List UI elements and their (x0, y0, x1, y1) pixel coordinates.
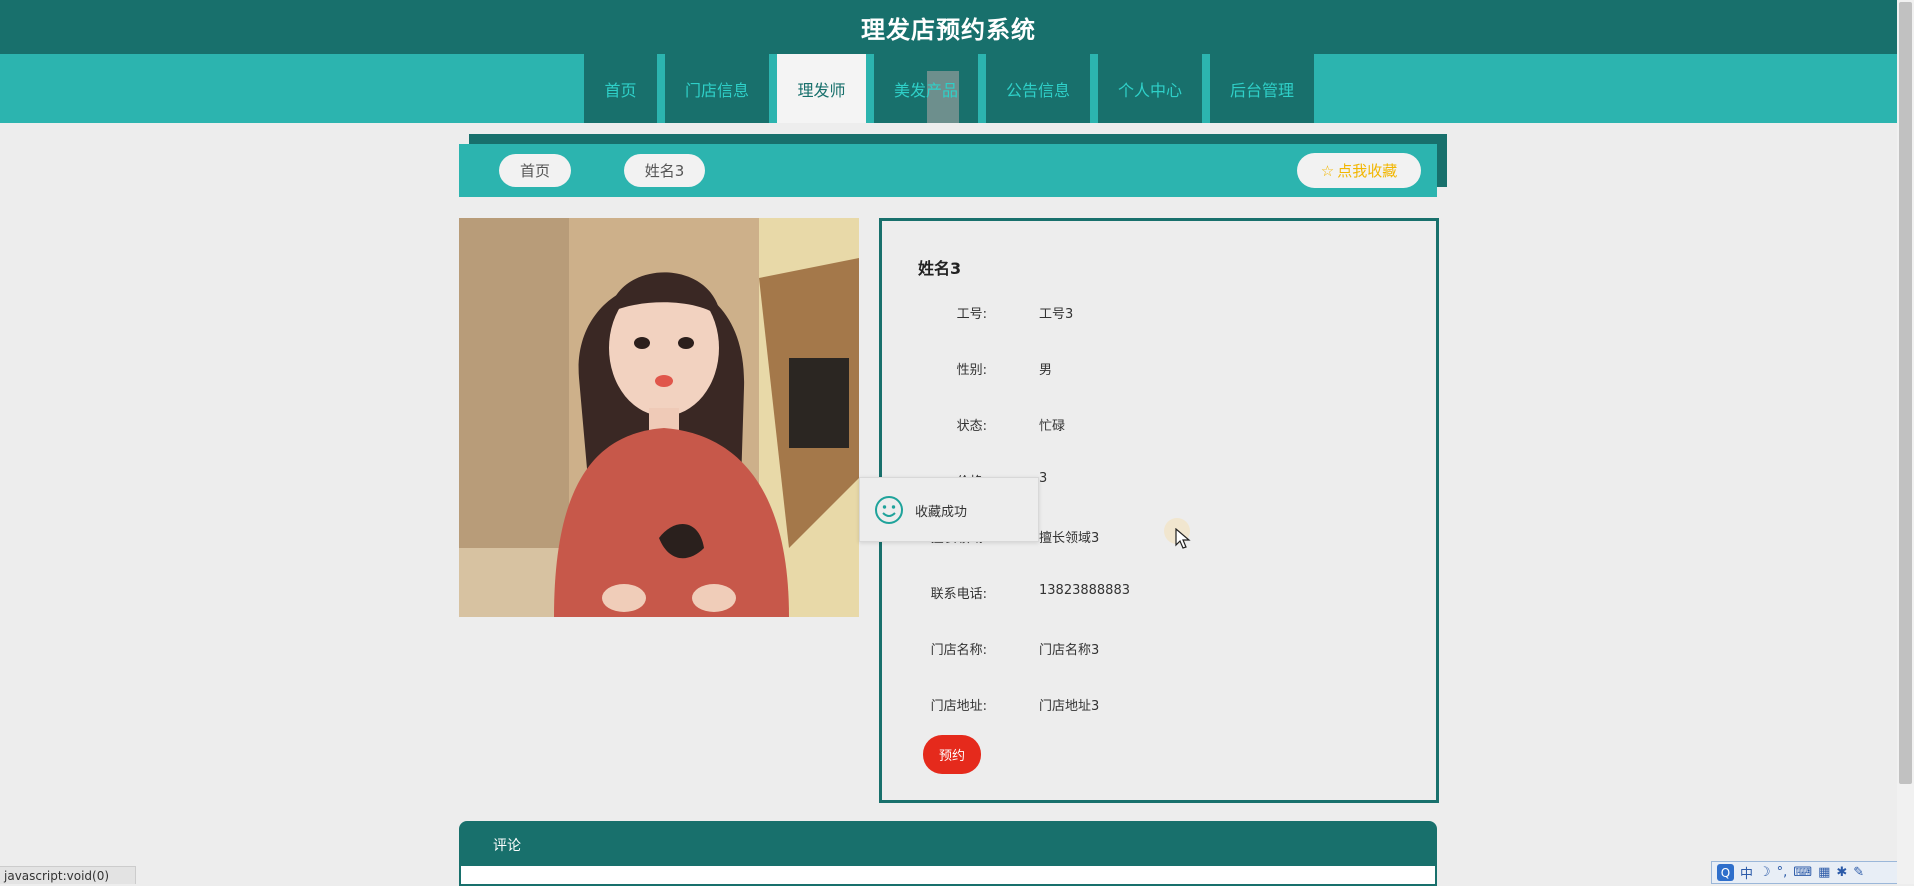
detail-label: 门店地址: (930, 699, 987, 714)
detail-label: 联系电话: (930, 587, 987, 602)
toast-notification: 收藏成功 (859, 477, 1039, 542)
nav-item-label: 美发产品 (893, 80, 958, 100)
nav-item-home[interactable]: 首页 (584, 54, 657, 123)
punctuation-icon[interactable]: °, (1777, 865, 1788, 880)
nav-item-label: 公告信息 (1005, 80, 1070, 100)
ime-logo-icon: Q (1717, 864, 1734, 881)
barber-photo (459, 218, 859, 617)
keyboard-icon[interactable]: ⌨ (1793, 865, 1812, 880)
toast-message: 收藏成功 (915, 505, 968, 520)
comments-title: 评论 (493, 838, 521, 854)
favorite-button[interactable]: ☆ 点我收藏 (1297, 153, 1421, 188)
nav-item-barbers[interactable]: 理发师 (777, 54, 866, 123)
detail-row-status: 状态: 忙碌 (882, 415, 1422, 435)
skin-icon[interactable]: ✱ (1836, 865, 1847, 880)
nav-item-notices[interactable]: 公告信息 (986, 54, 1090, 123)
nav-item-label: 理发师 (797, 80, 846, 100)
comments-body (459, 866, 1437, 886)
nav-item-admin[interactable]: 后台管理 (1210, 54, 1314, 123)
nav-item-profile[interactable]: 个人中心 (1098, 54, 1202, 123)
detail-value: 忙碌 (1039, 419, 1066, 434)
detail-value: 13823888883 (1039, 583, 1130, 598)
breadcrumb-current[interactable]: 姓名3 (624, 154, 705, 187)
moon-icon[interactable]: ☽ (1759, 865, 1771, 880)
book-button[interactable]: 预约 (923, 735, 981, 774)
ime-mode-label[interactable]: 中 (1740, 863, 1753, 882)
scrollbar-thumb[interactable] (1899, 2, 1912, 784)
nav-items: 首页 门店信息 理发师 美发产品 公告信息 个人中心 后台管理 (584, 54, 1322, 123)
detail-value: 门店地址3 (1039, 699, 1100, 714)
breadcrumb: 首页 姓名3 ☆ 点我收藏 (459, 144, 1437, 197)
detail-row-store-name: 门店名称: 门店名称3 (882, 639, 1422, 659)
nav-item-products[interactable]: 美发产品 (874, 54, 978, 123)
detail-label: 状态: (956, 419, 987, 434)
detail-row-id: 工号: 工号3 (882, 303, 1422, 323)
detail-value: 擅长领域3 (1039, 531, 1100, 546)
nav-item-label: 后台管理 (1229, 80, 1294, 100)
detail-value: 3 (1039, 471, 1048, 486)
site-title: 理发店预约系统 (861, 15, 1036, 44)
detail-row-gender: 性别: 男 (882, 359, 1422, 379)
barber-photo-illustration (459, 218, 859, 617)
ime-toolbar[interactable]: Q 中 ☽ °, ⌨ ▦ ✱ ✎ (1711, 861, 1908, 884)
star-outline-icon: ☆ (1320, 161, 1335, 180)
nav-item-label: 门店信息 (684, 80, 749, 100)
main-nav: 首页 门店信息 理发师 美发产品 公告信息 个人中心 后台管理 (0, 54, 1897, 123)
detail-value: 男 (1039, 363, 1053, 378)
nav-item-label: 个人中心 (1117, 80, 1182, 100)
toolbox-icon[interactable]: ▦ (1818, 865, 1830, 880)
detail-row-store-address: 门店地址: 门店地址3 (882, 695, 1422, 715)
detail-label: 性别: (956, 363, 987, 378)
detail-row-phone: 联系电话: 13823888883 (882, 583, 1422, 603)
barber-name: 姓名3 (918, 259, 962, 278)
nav-item-label: 首页 (604, 80, 637, 100)
favorite-button-label: 点我收藏 (1337, 162, 1398, 180)
page-scrollbar[interactable] (1897, 0, 1914, 884)
mouse-cursor-icon (1175, 528, 1191, 549)
detail-label: 门店名称: (930, 643, 987, 658)
comments-header: 评论 (459, 821, 1437, 866)
breadcrumb-home-link[interactable]: 首页 (499, 154, 571, 187)
detail-value: 门店名称3 (1039, 643, 1100, 658)
detail-label: 工号: (956, 307, 987, 322)
settings-icon[interactable]: ✎ (1853, 865, 1864, 880)
detail-value: 工号3 (1039, 307, 1074, 322)
smile-face-icon (875, 496, 903, 524)
site-header: 理发店预约系统 (0, 0, 1897, 54)
browser-status-bar: javascript:void(0) (0, 866, 136, 884)
nav-item-stores[interactable]: 门店信息 (665, 54, 769, 123)
